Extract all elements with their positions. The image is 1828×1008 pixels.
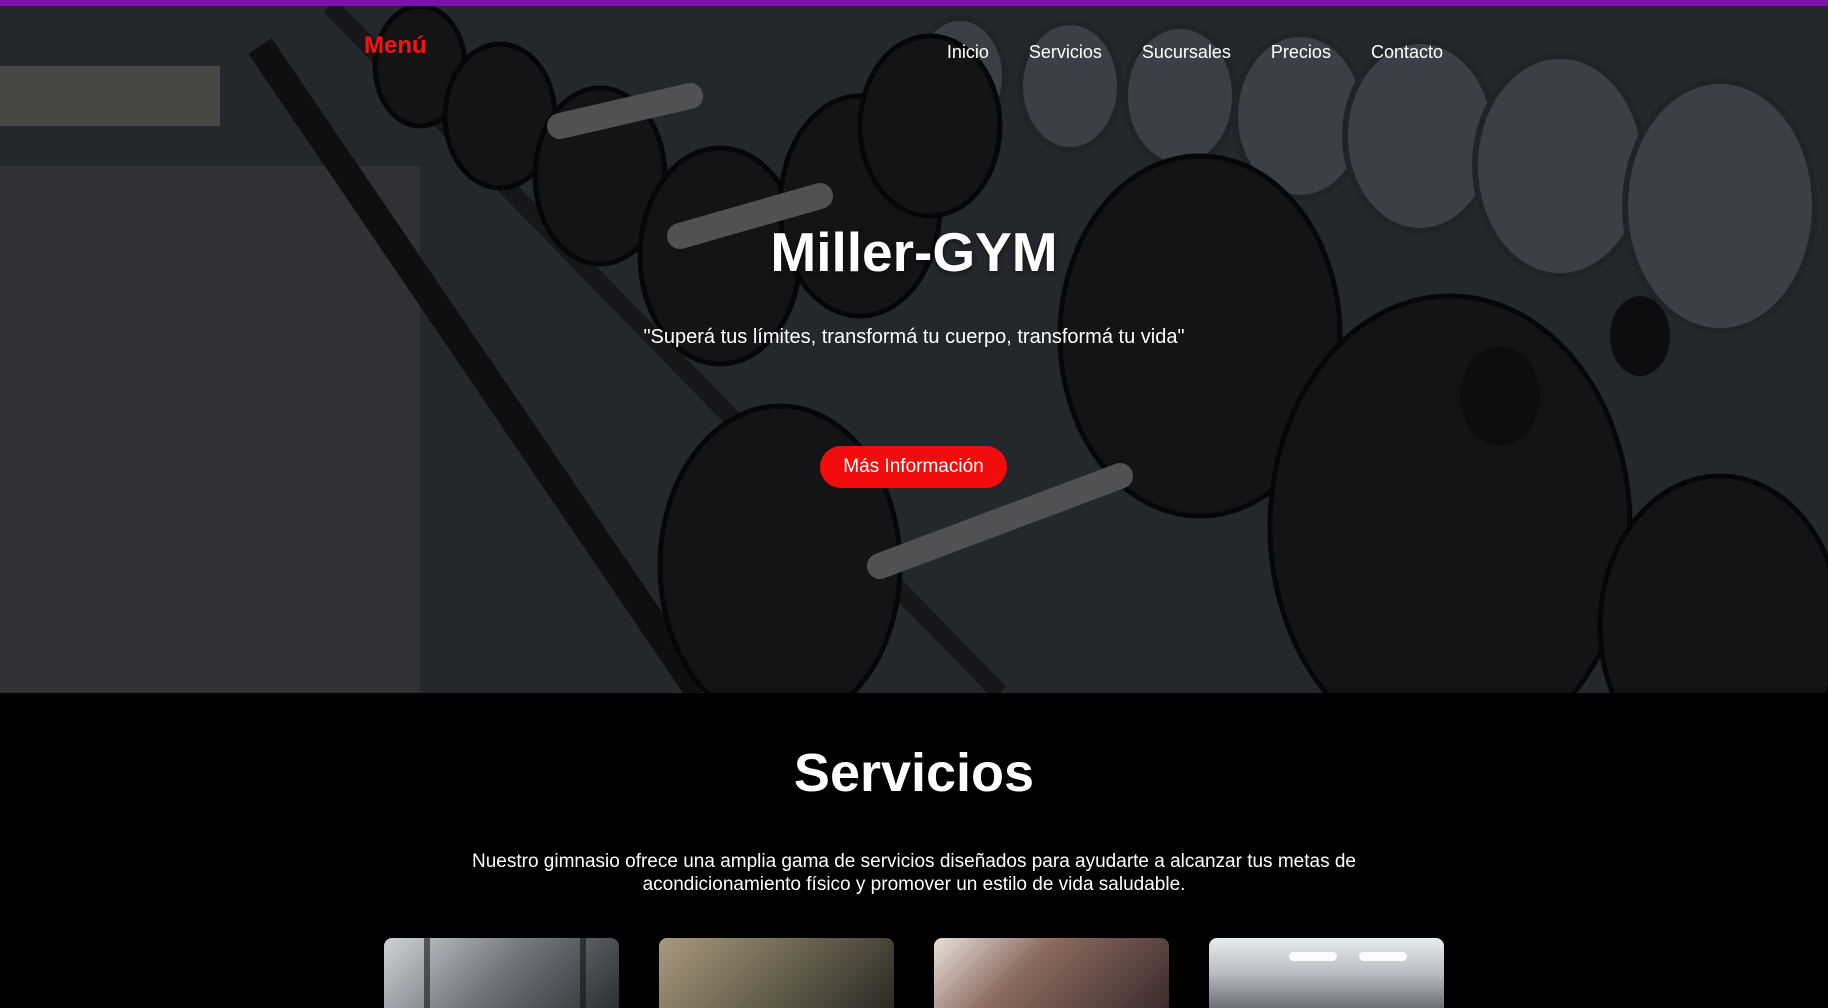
services-title: Servicios bbox=[793, 743, 1035, 803]
nav-item-contacto[interactable]: Contacto bbox=[1371, 42, 1443, 63]
more-info-button[interactable]: Más Información bbox=[820, 446, 1007, 488]
services-description: Nuestro gimnasio ofrece una amplia gama … bbox=[472, 851, 1356, 895]
service-card-image[interactable] bbox=[934, 938, 1169, 1008]
nav-item-precios[interactable]: Precios bbox=[1271, 42, 1331, 63]
ceiling-light bbox=[1289, 952, 1337, 961]
service-card-image[interactable] bbox=[1209, 938, 1444, 1008]
nav-item-sucursales[interactable]: Sucursales bbox=[1142, 42, 1231, 63]
service-card-image[interactable] bbox=[384, 938, 619, 1008]
ceiling-light bbox=[1359, 952, 1407, 961]
menu-logo[interactable]: Menú bbox=[364, 32, 427, 60]
main-nav: Inicio Servicios Sucursales Precios Cont… bbox=[947, 42, 1443, 63]
hero-quote: "Superá tus límites, transformá tu cuerp… bbox=[643, 326, 1185, 348]
hero-section: Menú Inicio Servicios Sucursales Precios… bbox=[0, 6, 1828, 693]
nav-item-inicio[interactable]: Inicio bbox=[947, 42, 989, 63]
hero-overlay bbox=[0, 6, 1828, 693]
service-card-image[interactable] bbox=[659, 938, 894, 1008]
service-cards bbox=[384, 938, 1444, 1008]
window-frame bbox=[424, 938, 586, 1008]
nav-item-servicios[interactable]: Servicios bbox=[1029, 42, 1102, 63]
hero-title: Miller-GYM bbox=[770, 221, 1058, 283]
